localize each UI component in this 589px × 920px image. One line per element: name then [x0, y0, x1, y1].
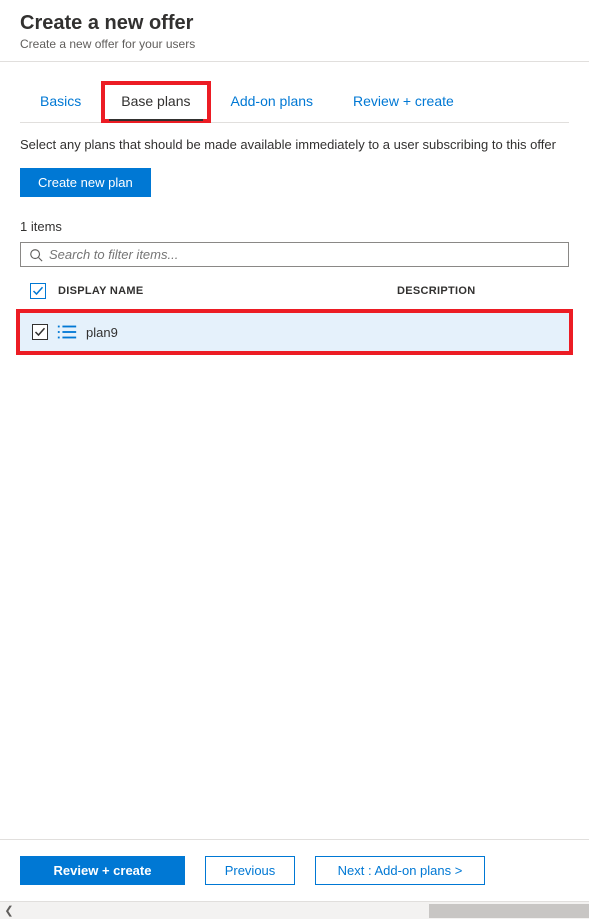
highlighted-row-wrap: plan9: [16, 309, 573, 355]
table-header: DISPLAY NAME DESCRIPTION: [20, 275, 569, 307]
page-title: Create a new offer: [20, 12, 569, 35]
search-box[interactable]: [20, 242, 569, 267]
description-text: Select any plans that should be made ava…: [20, 137, 569, 152]
horizontal-scrollbar[interactable]: ❮: [0, 901, 589, 919]
main-content: Select any plans that should be made ava…: [0, 123, 589, 839]
next-button[interactable]: Next : Add-on plans >: [315, 856, 485, 885]
review-create-button[interactable]: Review + create: [20, 856, 185, 885]
tabs: Basics Base plans Add-on plans Review + …: [20, 80, 569, 123]
scroll-left-icon[interactable]: ❮: [0, 902, 18, 920]
tab-basics[interactable]: Basics: [20, 81, 101, 123]
row-checkbox[interactable]: [32, 324, 48, 340]
page-subtitle: Create a new offer for your users: [20, 37, 569, 51]
footer: Review + create Previous Next : Add-on p…: [0, 839, 589, 901]
scroll-thumb[interactable]: [429, 904, 589, 918]
search-input[interactable]: [49, 247, 560, 262]
tabs-container: Basics Base plans Add-on plans Review + …: [0, 62, 589, 123]
select-all-checkbox[interactable]: [30, 283, 46, 299]
tab-base-plans[interactable]: Base plans: [101, 81, 210, 123]
plan-icon: [56, 323, 78, 341]
items-count: 1 items: [20, 219, 569, 234]
check-icon: [34, 326, 46, 338]
previous-button[interactable]: Previous: [205, 856, 295, 885]
column-display-name[interactable]: DISPLAY NAME: [52, 285, 397, 297]
plan-name: plan9: [86, 325, 118, 340]
create-new-plan-button[interactable]: Create new plan: [20, 168, 151, 197]
column-description[interactable]: DESCRIPTION: [397, 285, 569, 297]
table-row[interactable]: plan9: [20, 313, 569, 351]
page-header: Create a new offer Create a new offer fo…: [0, 0, 589, 62]
tab-review-create[interactable]: Review + create: [333, 81, 474, 123]
search-icon: [29, 248, 43, 262]
check-icon: [32, 285, 44, 297]
tab-addon-plans[interactable]: Add-on plans: [211, 81, 334, 123]
